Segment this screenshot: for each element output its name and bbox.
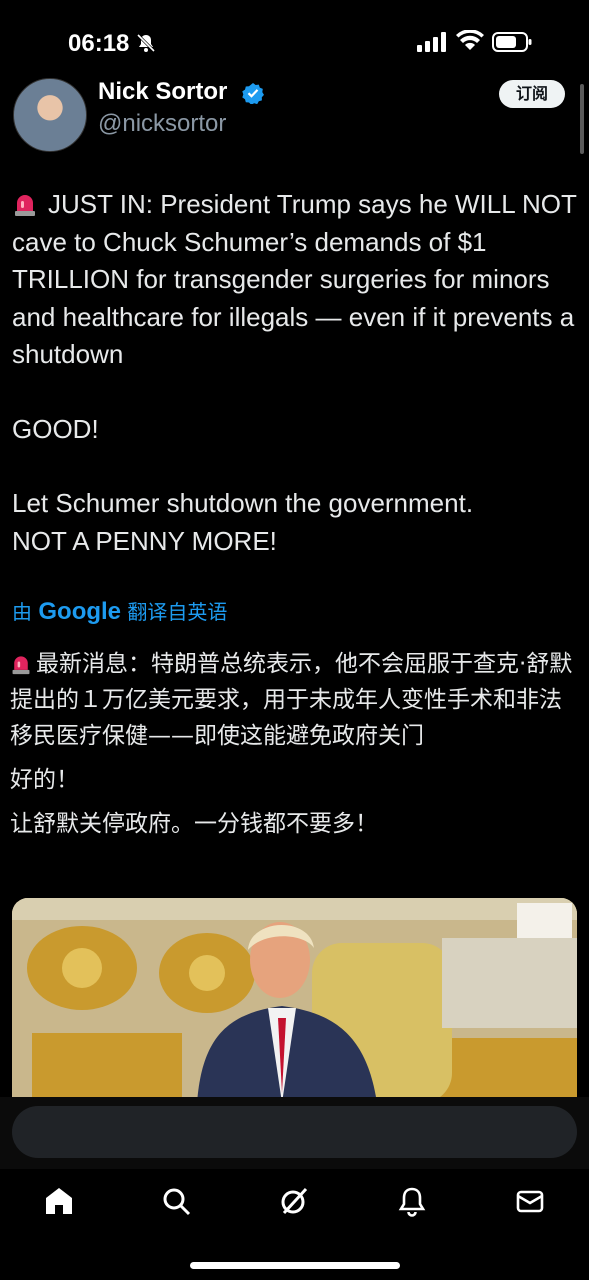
notifications-icon[interactable] [396, 1185, 428, 1217]
google-logo-text: Google [38, 598, 122, 625]
bell-muted-icon [136, 33, 156, 53]
author-handle[interactable]: @nicksortor [98, 110, 226, 138]
subscribe-button[interactable]: 订阅 [499, 80, 565, 108]
tweet-line-2: GOOD! [12, 413, 99, 444]
video-thumbnail[interactable] [12, 898, 577, 1103]
tweet-line-3: Let Schumer shutdown the government. [12, 488, 474, 518]
tweet-paragraph-1: JUST IN: President Trump says he WILL NO… [12, 186, 582, 374]
translated-line-3: 让舒默关停政府。一分钱都不要多！ [10, 811, 378, 837]
search-icon[interactable] [160, 1185, 192, 1217]
siren-emoji-icon [12, 656, 30, 675]
avatar[interactable] [13, 78, 87, 152]
translation-suffix: 翻译自英语 [127, 600, 228, 624]
video-frame-illustration [12, 898, 577, 1103]
scrollbar[interactable] [580, 84, 584, 154]
author-name[interactable]: Nick Sortor [98, 78, 227, 106]
home-icon[interactable] [43, 1185, 75, 1217]
verified-badge-icon [242, 83, 264, 104]
grok-icon[interactable] [278, 1185, 310, 1217]
siren-emoji-icon [15, 195, 35, 216]
cellular-signal-icon [417, 32, 446, 52]
status-bar: 06:18 [0, 0, 589, 82]
tweet-line-4: NOT A PENNY MORE! [12, 525, 277, 556]
translated-paragraph-1: 最新消息：特朗普总统表示，他不会屈服于查克·舒默提出的１万亿美元要求，用于未成年… [10, 646, 580, 754]
status-time: 06:18 [68, 30, 130, 57]
translated-line-2: 好的！ [10, 767, 79, 793]
battery-icon [492, 32, 532, 52]
tweet-line-1: JUST IN: President Trump says he WILL NO… [12, 189, 577, 369]
home-indicator[interactable] [190, 1262, 400, 1269]
messages-icon[interactable] [514, 1185, 546, 1217]
tweet-text: JUST IN: President Trump says he WILL NO… [12, 186, 582, 560]
reply-input[interactable] [12, 1106, 577, 1158]
translation-attribution[interactable]: 由 Google 翻译自英语 [12, 596, 227, 626]
translation-prefix: 由 [12, 600, 32, 624]
translated-line-1: 最新消息：特朗普总统表示，他不会屈服于查克·舒默提出的１万亿美元要求，用于未成年… [10, 651, 573, 749]
wifi-icon [456, 30, 484, 50]
translated-text: 最新消息：特朗普总统表示，他不会屈服于查克·舒默提出的１万亿美元要求，用于未成年… [10, 646, 580, 842]
